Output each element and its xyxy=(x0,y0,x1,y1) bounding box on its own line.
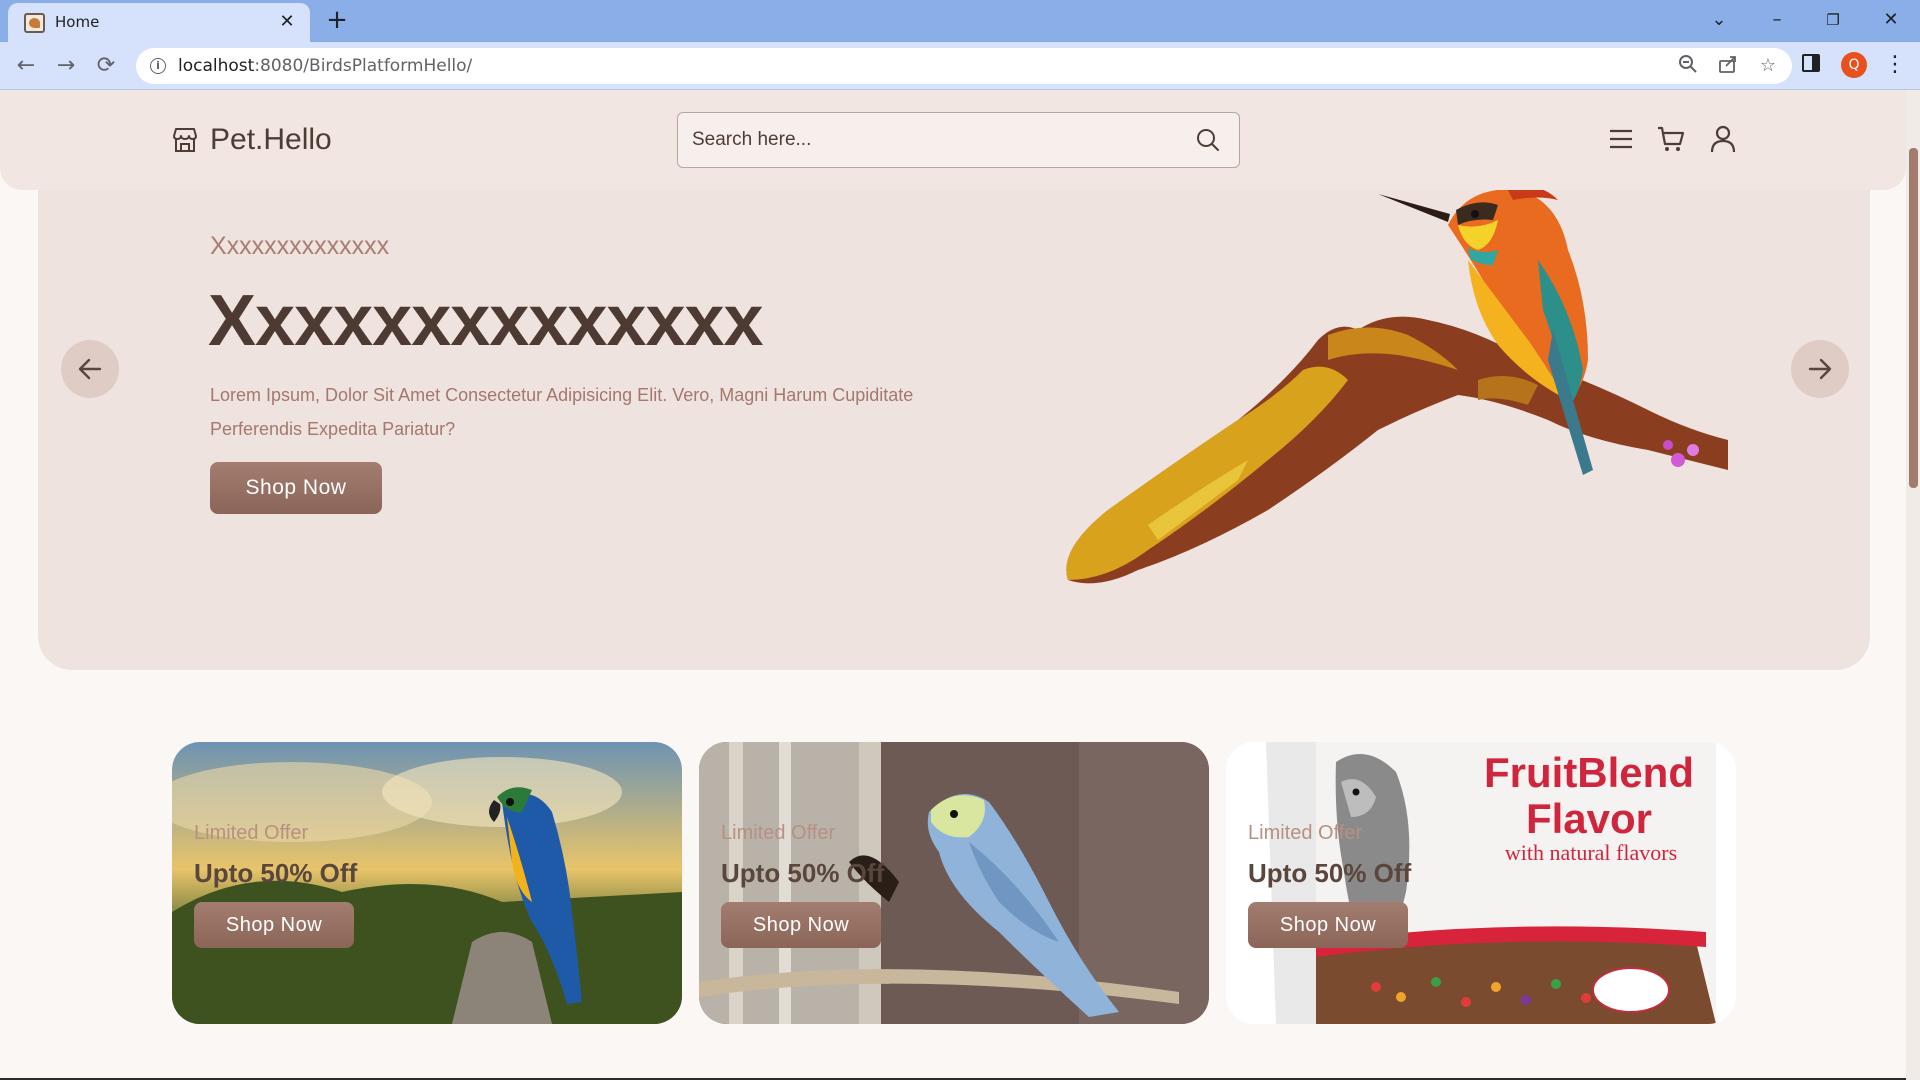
hero-description: Lorem Ipsum, Dolor Sit Amet Consectetur … xyxy=(210,385,914,439)
side-panel-icon[interactable] xyxy=(1802,54,1820,72)
zoom-icon[interactable] xyxy=(1676,54,1700,78)
promo-offer: Upto 50% Off xyxy=(1248,858,1412,888)
hero-slide: Xxxxxxxxxxxxxx Xxxxxxxxxxxxxx Lorem Ipsu… xyxy=(38,150,1870,670)
hero-shop-now-button[interactable]: Shop Now xyxy=(210,462,382,514)
promo-shop-now-button[interactable]: Shop Now xyxy=(721,902,881,948)
promo-shop-now-button[interactable]: Shop Now xyxy=(194,902,354,948)
url-text[interactable]: localhost:8080/BirdsPlatformHello/ xyxy=(178,56,472,76)
cart-icon[interactable] xyxy=(1656,124,1686,154)
arrow-right-icon xyxy=(1808,358,1832,380)
reload-icon[interactable]: ⟳ xyxy=(92,52,120,80)
site-favicon-icon xyxy=(24,13,45,33)
bookmark-star-icon[interactable]: ☆ xyxy=(1756,54,1780,78)
browser-tab[interactable]: Home ✕ xyxy=(8,3,310,42)
arrow-left-icon xyxy=(78,358,102,380)
promo-card-budgie: Limited Offer Upto 50% Off Shop Now xyxy=(699,742,1209,1024)
promo-label: Limited Offer xyxy=(194,822,309,844)
address-bar[interactable]: i localhost:8080/BirdsPlatformHello/ ☆ xyxy=(136,48,1792,84)
promo-label: Limited Offer xyxy=(721,822,836,844)
promo-card-food: FruitBlend Flavor with natural flavors L… xyxy=(1226,742,1736,1024)
search-input[interactable] xyxy=(692,125,1172,155)
forward-icon[interactable]: → xyxy=(52,52,80,80)
promo-offer: Upto 50% Off xyxy=(194,858,358,888)
hero-title: Xxxxxxxxxxxxxx xyxy=(208,281,764,361)
menu-icon[interactable] xyxy=(1606,124,1636,154)
url-path: :8080/BirdsPlatformHello/ xyxy=(254,56,473,76)
restore-icon[interactable]: ❐ xyxy=(1818,6,1848,34)
site-header: Pet.Hello xyxy=(0,90,1906,190)
tab-title: Home xyxy=(55,13,100,31)
slider-prev-button[interactable] xyxy=(61,340,119,398)
window-close-icon[interactable]: ✕ xyxy=(1876,6,1906,34)
promo-card-macaw: Limited Offer Upto 50% Off Shop Now xyxy=(172,742,682,1024)
url-host: localhost xyxy=(178,56,255,76)
profile-avatar[interactable]: Q xyxy=(1841,52,1867,78)
browser-tab-strip: Home ✕ + ⌄ – ❐ ✕ xyxy=(0,0,1920,42)
brand-logo[interactable]: Pet.Hello xyxy=(170,122,332,158)
tab-search-chevron-icon[interactable]: ⌄ xyxy=(1704,6,1734,34)
promo-shop-now-button[interactable]: Shop Now xyxy=(1248,902,1408,948)
site-info-icon[interactable]: i xyxy=(150,58,166,74)
page-scrollbar[interactable] xyxy=(1906,90,1920,1080)
back-icon[interactable]: ← xyxy=(12,52,40,80)
user-icon[interactable] xyxy=(1708,124,1738,154)
brand-name: Pet.Hello xyxy=(210,123,332,156)
tab-close-icon[interactable]: ✕ xyxy=(276,11,298,33)
search-box[interactable] xyxy=(677,112,1240,168)
bee-eater-bird-image xyxy=(1066,186,1728,584)
store-icon xyxy=(173,128,197,152)
package-subtitle: with natural flavors xyxy=(1504,840,1678,865)
promo-label: Limited Offer xyxy=(1248,822,1363,844)
new-tab-icon[interactable]: + xyxy=(322,7,352,35)
package-title: FruitBlend Flavor xyxy=(1484,749,1694,842)
browser-menu-icon[interactable]: ⋮ xyxy=(1884,52,1906,78)
scrollbar-thumb[interactable] xyxy=(1909,148,1918,488)
slider-next-button[interactable] xyxy=(1791,340,1849,398)
minimize-icon[interactable]: – xyxy=(1762,6,1792,34)
share-icon[interactable] xyxy=(1716,54,1740,78)
address-toolbar: ← → ⟳ i localhost:8080/BirdsPlatformHell… xyxy=(0,42,1920,90)
hero-subtitle: Xxxxxxxxxxxxxx xyxy=(210,232,390,260)
search-icon[interactable] xyxy=(1195,127,1221,153)
promo-offer: Upto 50% Off xyxy=(721,858,885,888)
